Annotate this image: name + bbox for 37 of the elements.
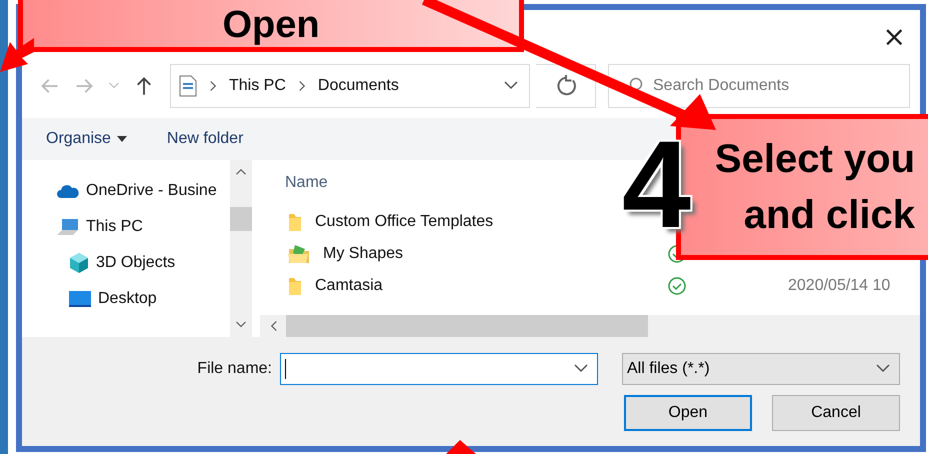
folder-icon	[287, 212, 303, 232]
check-circle-icon	[668, 277, 686, 295]
pointer-arrow	[446, 440, 476, 454]
cloud-icon	[56, 183, 80, 199]
callout-text: Open	[222, 3, 320, 47]
scrollbar-thumb[interactable]	[230, 206, 252, 230]
nav-item[interactable]: OneDrive - Busine	[22, 178, 230, 204]
breadcrumb[interactable]: Documents	[318, 77, 399, 95]
file-row[interactable]: My Shapes	[260, 238, 404, 270]
scrollbar-thumb[interactable]	[286, 315, 648, 337]
monitor-icon	[68, 290, 92, 308]
file-row[interactable]: Camtasia	[260, 270, 383, 302]
document-icon	[179, 75, 197, 97]
computer-icon	[56, 217, 80, 237]
date-text: 2020/05/14 10	[788, 277, 890, 295]
file-row[interactable]: Custom Office Templates	[260, 206, 494, 238]
file-type-dropdown[interactable]: All files (*.*)	[622, 353, 900, 385]
cube-icon	[68, 252, 90, 274]
nav-item[interactable]: This PC	[22, 214, 230, 240]
callout-text: Select you and click	[714, 136, 915, 239]
shapes-folder-icon	[287, 243, 311, 265]
nav-item[interactable]: 3D Objects	[22, 250, 230, 276]
search-field[interactable]: Search Documents	[608, 64, 910, 108]
toolbar-button[interactable]: Organise	[46, 130, 127, 148]
folder-icon	[287, 276, 303, 296]
field-label: File name:	[197, 360, 272, 378]
breadcrumb[interactable]: This PC	[229, 77, 286, 95]
caret-icon	[116, 136, 127, 142]
column-header[interactable]: Name	[285, 174, 328, 192]
dialog-button[interactable]: Cancel	[772, 395, 900, 431]
file-name-field[interactable]	[280, 353, 598, 385]
address-bar[interactable]: This PC Documents	[170, 64, 530, 108]
close-button[interactable]: ×	[876, 20, 912, 52]
refresh-icon	[554, 75, 576, 97]
nav-item[interactable]: Desktop	[22, 286, 230, 312]
toolbar-button[interactable]: New folder	[166, 130, 244, 148]
dialog-button[interactable]: Open	[624, 395, 752, 431]
